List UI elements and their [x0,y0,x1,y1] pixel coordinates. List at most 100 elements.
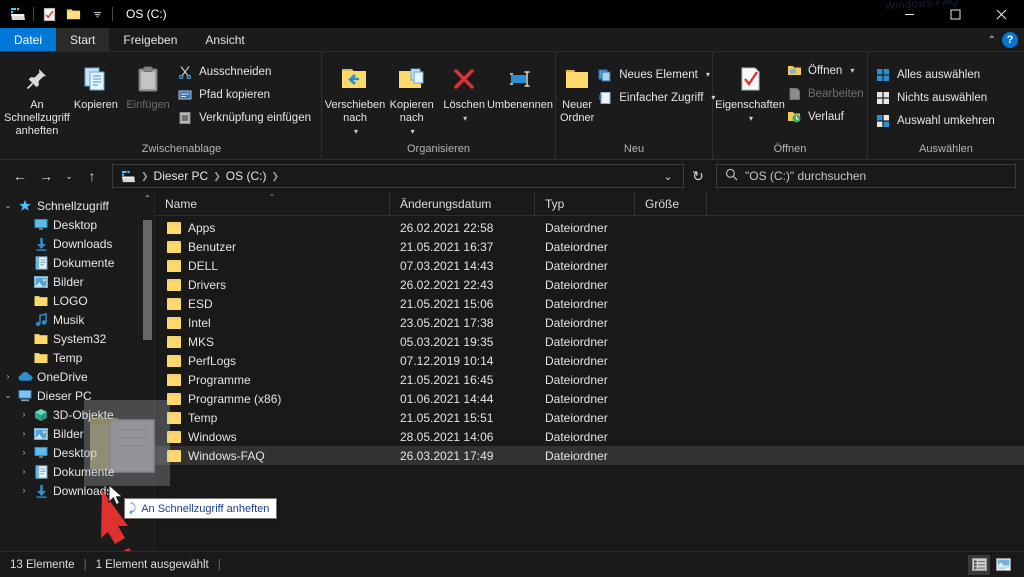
table-row[interactable]: MKS 05.03.2021 19:35 Dateiordner [155,332,1024,351]
sidebar-item-bilder[interactable]: › Bilder [0,424,154,443]
tab-freigeben[interactable]: Freigeben [109,28,191,51]
new-folder-icon[interactable] [61,3,85,25]
forward-button[interactable]: → [34,164,58,188]
sidebar-item-3d-objekte[interactable]: › 3D-Objekte [0,405,154,424]
table-row[interactable]: Intel 23.05.2021 17:38 Dateiordner [155,313,1024,332]
ribbon-copy-to[interactable]: Kopieren nach ▾ [384,56,439,138]
sidebar-item-musik[interactable]: Musik [0,310,154,329]
expander-icon[interactable]: › [16,467,32,476]
sidebar-item-logo[interactable]: LOGO [0,291,154,310]
ribbon-select-all[interactable]: Alles auswählen [872,64,1001,85]
file-date-cell: 21.05.2021 15:06 [400,296,494,311]
breadcrumb-separator-0[interactable]: ❯ [140,171,150,182]
file-name-label: Drivers [188,277,226,292]
sidebar-item-dokumente[interactable]: › Dokumente [0,462,154,481]
back-button[interactable]: ← [8,164,32,188]
properties-icon[interactable] [37,3,61,25]
column-header-gr-e[interactable]: Größe [635,192,707,216]
sidebar-item-system32[interactable]: System32 [0,329,154,348]
move-to-caret-icon[interactable]: ▾ [354,125,358,138]
expander-icon[interactable]: › [16,486,32,495]
ribbon-rename[interactable]: Umbenennen [487,56,553,112]
maximize-button[interactable] [932,0,978,28]
minimize-button[interactable] [886,0,932,28]
copy-to-caret-icon[interactable]: ▾ [411,125,415,138]
table-row[interactable]: Windows 28.05.2021 14:06 Dateiordner [155,427,1024,446]
tab-start[interactable]: Start [56,28,110,51]
sidebar-item-desktop[interactable]: › Desktop [0,443,154,462]
customize-chevron-icon[interactable] [85,3,109,25]
scroll-up-arrow-icon[interactable]: ⌃ [143,194,152,203]
expander-icon[interactable]: › [16,429,32,438]
expander-icon[interactable]: › [16,410,32,419]
table-row[interactable]: DELL 07.03.2021 14:43 Dateiordner [155,256,1024,275]
refresh-button[interactable]: ↻ [686,164,710,188]
table-row[interactable]: Windows-FAQ 26.03.2021 17:49 Dateiordner [155,446,1024,465]
help-icon[interactable]: ? [1002,32,1018,48]
table-row[interactable]: Drivers 26.02.2021 22:43 Dateiordner [155,275,1024,294]
table-row[interactable]: Programme (x86) 01.06.2021 14:44 Dateiordn… [155,389,1024,408]
open-caret-icon[interactable]: ▾ [850,66,854,75]
ribbon-copy-path[interactable]: Pfad kopieren [174,84,317,105]
details-view-button[interactable] [968,554,990,575]
sidebar-item-schnellzugriff[interactable]: ⌄ Schnellzugriff [0,196,154,215]
ribbon-paste-shortcut[interactable]: Verknüpfung einfügen [174,107,317,128]
delete-caret-icon[interactable]: ▾ [463,112,467,125]
sidebar-item-downloads[interactable]: Downloads [0,234,154,253]
sidebar-item-bilder[interactable]: Bilder [0,272,154,291]
ribbon-select-none[interactable]: Nichts auswählen [872,87,1001,108]
breadcrumb-os-c[interactable]: OS (C:) [222,169,271,183]
ribbon-new-folder[interactable]: Neuer Ordner [560,56,594,125]
tab-datei[interactable]: Datei [0,28,57,51]
expander-icon[interactable]: › [0,372,16,381]
expander-icon[interactable]: ⌄ [0,391,16,400]
expander-icon[interactable]: › [16,448,32,457]
ribbon-pin-to-quick-access[interactable]: An Schnellzugriff anheften [4,56,70,138]
column-header--nderungsdatum[interactable]: Änderungsdatum [390,192,535,216]
sidebar-item-desktop[interactable]: Desktop [0,215,154,234]
tab-ansicht[interactable]: Ansicht [191,28,258,51]
up-button[interactable]: ↑ [80,164,104,188]
ribbon-properties[interactable]: Eigenschaften ▾ [715,56,785,125]
ribbon-delete[interactable]: Löschen ▾ [439,56,489,125]
ribbon-group-label-oeffnen: Öffnen [773,143,807,155]
search-input[interactable]: "OS (C:)" durchsuchen [745,169,866,183]
sidebar-item-onedrive[interactable]: › OneDrive [0,367,154,386]
ribbon-invert-selection[interactable]: Auswahl umkehren [872,110,1001,131]
expander-icon[interactable]: ⌄ [0,201,16,210]
table-row[interactable]: ESD 21.05.2021 15:06 Dateiordner [155,294,1024,313]
ribbon-edit[interactable]: Bearbeiten [783,83,870,104]
ribbon-new-item[interactable]: Neues Element ▾ [594,64,721,85]
ribbon-copy[interactable]: Kopieren [70,56,122,112]
address-bar[interactable]: ❯ Dieser PC ❯ OS (C:) ❯ ⌄ [112,164,684,188]
column-header-typ[interactable]: Typ [535,192,635,216]
sidebar-item-dieser-pc[interactable]: ⌄ Dieser PC [0,386,154,405]
address-dropdown-icon[interactable]: ⌄ [657,165,679,187]
ribbon-easy-access[interactable]: Einfacher Zugriff ▾ [594,87,721,108]
ribbon-paste[interactable]: Einfügen [122,56,174,112]
ribbon-cut[interactable]: Ausschneiden [174,61,317,82]
large-icons-view-button[interactable] [992,555,1014,575]
table-row[interactable]: Benutzer 21.05.2021 16:37 Dateiordner [155,237,1024,256]
ribbon-history[interactable]: Verlauf [783,106,870,127]
sidebar-item-dokumente[interactable]: Dokumente [0,253,154,272]
ribbon-open[interactable]: Öffnen ▾ [783,60,870,81]
properties-caret-icon[interactable]: ▾ [749,112,753,125]
table-row[interactable]: Programme 21.05.2021 16:45 Dateiordner [155,370,1024,389]
ribbon-move-to[interactable]: Verschieben nach ▾ [325,56,385,138]
breadcrumb-root-icon[interactable] [117,169,140,184]
column-header-name[interactable]: Name ⌃ [155,192,390,216]
close-button[interactable] [978,0,1024,28]
table-row[interactable]: PerfLogs 07.12.2019 10:14 Dateiordner [155,351,1024,370]
sidebar-scrollbar-thumb[interactable] [143,220,152,340]
sidebar-item-temp[interactable]: Temp [0,348,154,367]
breadcrumb-separator-1[interactable]: ❯ [212,171,222,182]
new-item-caret-icon[interactable]: ▾ [706,70,710,79]
collapse-ribbon-icon[interactable]: ⌃ [988,35,996,46]
search-box[interactable]: "OS (C:)" durchsuchen [716,164,1016,188]
recent-locations-button[interactable]: ⌄ [60,164,78,188]
breadcrumb-separator-2[interactable]: ❯ [270,171,280,182]
table-row[interactable]: Apps 26.02.2021 22:58 Dateiordner [155,218,1024,237]
breadcrumb-dieser-pc[interactable]: Dieser PC [150,169,213,183]
table-row[interactable]: Temp 21.05.2021 15:51 Dateiordner [155,408,1024,427]
